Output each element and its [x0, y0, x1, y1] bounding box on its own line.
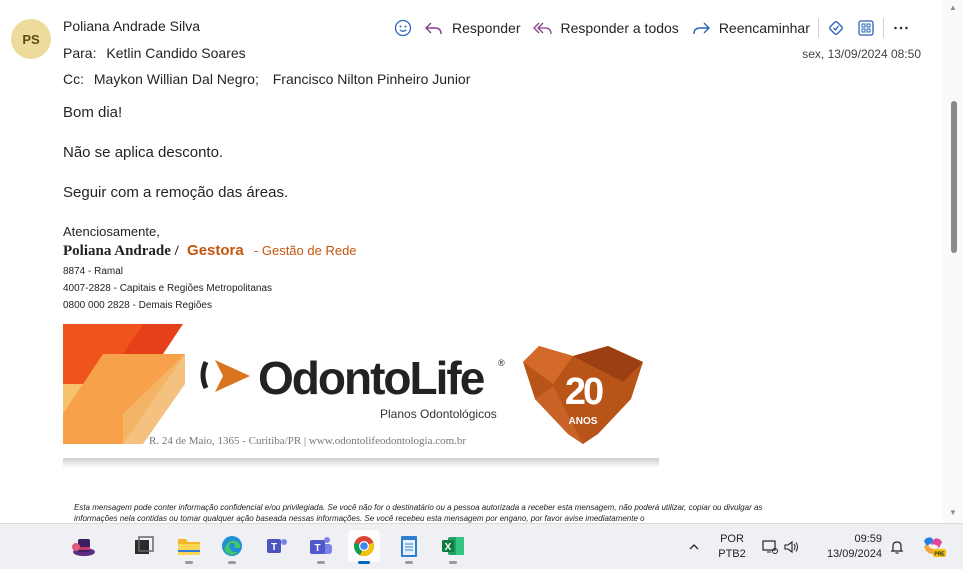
- logo-wordmark: OdontoLife: [258, 352, 485, 404]
- signature-closing: Atenciosamente,: [63, 224, 160, 239]
- folder-icon: [178, 539, 200, 555]
- vertical-scrollbar[interactable]: ▲ ▼: [943, 0, 963, 523]
- taskbar-app-notepad[interactable]: [393, 530, 425, 564]
- taskbar-app-teams[interactable]: T: [305, 530, 337, 564]
- notifications-button[interactable]: [886, 524, 908, 569]
- cc-label: Cc:: [63, 71, 84, 87]
- ellipsis-icon: [894, 26, 908, 30]
- emoji-reaction-button[interactable]: [388, 14, 418, 42]
- svg-text:T: T: [314, 543, 320, 554]
- running-indicator: [228, 561, 236, 564]
- input-language-indicator[interactable]: POR PTB2: [713, 524, 751, 569]
- svg-text:®: ®: [498, 358, 505, 368]
- to-label: Para:: [63, 45, 97, 61]
- teams-icon: T: [267, 539, 287, 553]
- reply-button[interactable]: Responder: [418, 14, 527, 42]
- excel-icon: X: [442, 537, 464, 555]
- scroll-thumb[interactable]: [951, 101, 957, 253]
- apps-button[interactable]: [851, 14, 881, 42]
- odontolife-banner: OdontoLife ® Planos Odontológicos R. 24 …: [63, 324, 659, 468]
- smiley-icon: [394, 19, 412, 37]
- more-actions-button[interactable]: [886, 14, 916, 42]
- taskbar-app-file-explorer[interactable]: [173, 530, 205, 564]
- show-hidden-icons-button[interactable]: [684, 524, 704, 569]
- message-toolbar: Responder Responder a todos Reencaminhar: [388, 14, 916, 42]
- network-icon: [762, 540, 778, 554]
- bell-icon: [890, 541, 904, 554]
- network-volume-tray[interactable]: [759, 524, 803, 569]
- signature-phone: 4007-2828 - Capitais e Regiões Metropoli…: [63, 283, 273, 294]
- running-indicator: [317, 561, 325, 564]
- volume-icon: [784, 540, 798, 554]
- forward-label: Reencaminhar: [718, 20, 810, 36]
- chevron-up-icon: [689, 544, 699, 550]
- signature-phone: 0800 000 2828 - Demais Regiões: [63, 300, 212, 311]
- cc-recipient[interactable]: Francisco Nilton Pinheiro Junior: [273, 71, 471, 87]
- body-paragraph: Não se aplica desconto.: [63, 144, 224, 161]
- svg-text:T: T: [271, 542, 277, 553]
- taskbar-app-teams-classic[interactable]: T: [261, 530, 293, 562]
- copilot-badge: PRE: [934, 552, 945, 558]
- teams-icon: T: [310, 537, 332, 554]
- signature-department: - Gestão de Rede: [253, 243, 357, 258]
- received-date: sex, 13/09/2024 08:50: [802, 47, 921, 61]
- reply-icon: [425, 22, 442, 35]
- copilot-icon: PRE: [924, 537, 946, 558]
- hat-icon: [72, 539, 95, 556]
- reply-all-icon: [532, 22, 552, 35]
- running-indicator: [405, 561, 413, 564]
- to-recipient[interactable]: Ketlin Candido Soares: [106, 45, 245, 61]
- forward-icon: [693, 22, 710, 35]
- badge-number: 20: [565, 371, 603, 413]
- cc-line: Cc: Maykon Willian Dal Negro; Francisco …: [63, 71, 470, 87]
- legal-disclaimer: Esta mensagem pode conter informação con…: [74, 503, 763, 523]
- taskbar: T T X POR PTB2 09:59 13/09/2024 PRE: [0, 523, 963, 569]
- running-indicator: [358, 561, 370, 564]
- running-indicator: [185, 561, 193, 564]
- scroll-down-arrow-icon[interactable]: ▼: [949, 508, 957, 517]
- taskbar-app-widgets[interactable]: [68, 530, 100, 562]
- sender-name[interactable]: Poliana Andrade Silva: [63, 18, 200, 34]
- running-indicator: [449, 561, 457, 564]
- email-reading-pane: PS Poliana Andrade Silva Para: Ketlin Ca…: [0, 0, 943, 523]
- apps-grid-icon: [858, 20, 874, 36]
- to-line: Para: Ketlin Candido Soares: [63, 45, 246, 61]
- signature-role: Gestora: [187, 242, 244, 259]
- reply-all-button[interactable]: Responder a todos: [527, 14, 685, 42]
- signature-name: Poliana Andrade /: [63, 243, 179, 259]
- forward-button[interactable]: Reencaminhar: [685, 14, 816, 42]
- cc-recipient[interactable]: Maykon Willian Dal Negro;: [94, 71, 259, 87]
- keyboard-layout: PTB2: [718, 548, 746, 560]
- language-code: POR: [720, 533, 744, 545]
- reply-all-label: Responder a todos: [560, 20, 679, 36]
- taskbar-app-terminal[interactable]: [128, 530, 160, 562]
- loop-button[interactable]: [821, 14, 851, 42]
- toolbar-divider: [817, 18, 819, 38]
- logo-subtitle: Planos Odontológicos: [380, 407, 497, 421]
- taskbar-app-edge[interactable]: [216, 530, 248, 564]
- badge-label: ANOS: [569, 416, 598, 427]
- system-clock[interactable]: 09:59 13/09/2024: [812, 524, 882, 569]
- window-icon: [135, 536, 154, 554]
- toolbar-divider: [882, 18, 884, 38]
- clock-date: 13/09/2024: [826, 548, 882, 560]
- chrome-icon: [354, 536, 374, 557]
- edge-icon: [222, 536, 242, 556]
- body-paragraph: Seguir com a remoção das áreas.: [63, 184, 289, 201]
- company-address: R. 24 de Maio, 1365 - Curitiba/PR | www.…: [149, 435, 466, 447]
- svg-text:X: X: [445, 542, 452, 553]
- copilot-button[interactable]: PRE: [916, 524, 950, 569]
- clock-time: 09:59: [854, 533, 882, 545]
- scroll-up-arrow-icon[interactable]: ▲: [949, 3, 957, 12]
- sender-avatar[interactable]: PS: [11, 19, 51, 59]
- taskbar-app-excel[interactable]: X: [437, 530, 469, 564]
- signature-phone: 8874 - Ramal: [63, 266, 124, 277]
- taskbar-app-chrome[interactable]: [348, 530, 380, 564]
- signature-name-line: Poliana Andrade / Gestora - Gestão de Re…: [63, 242, 357, 260]
- notepad-icon: [401, 536, 417, 557]
- reply-label: Responder: [452, 20, 521, 36]
- greeting: Bom dia!: [63, 104, 123, 121]
- loop-icon: [828, 21, 843, 35]
